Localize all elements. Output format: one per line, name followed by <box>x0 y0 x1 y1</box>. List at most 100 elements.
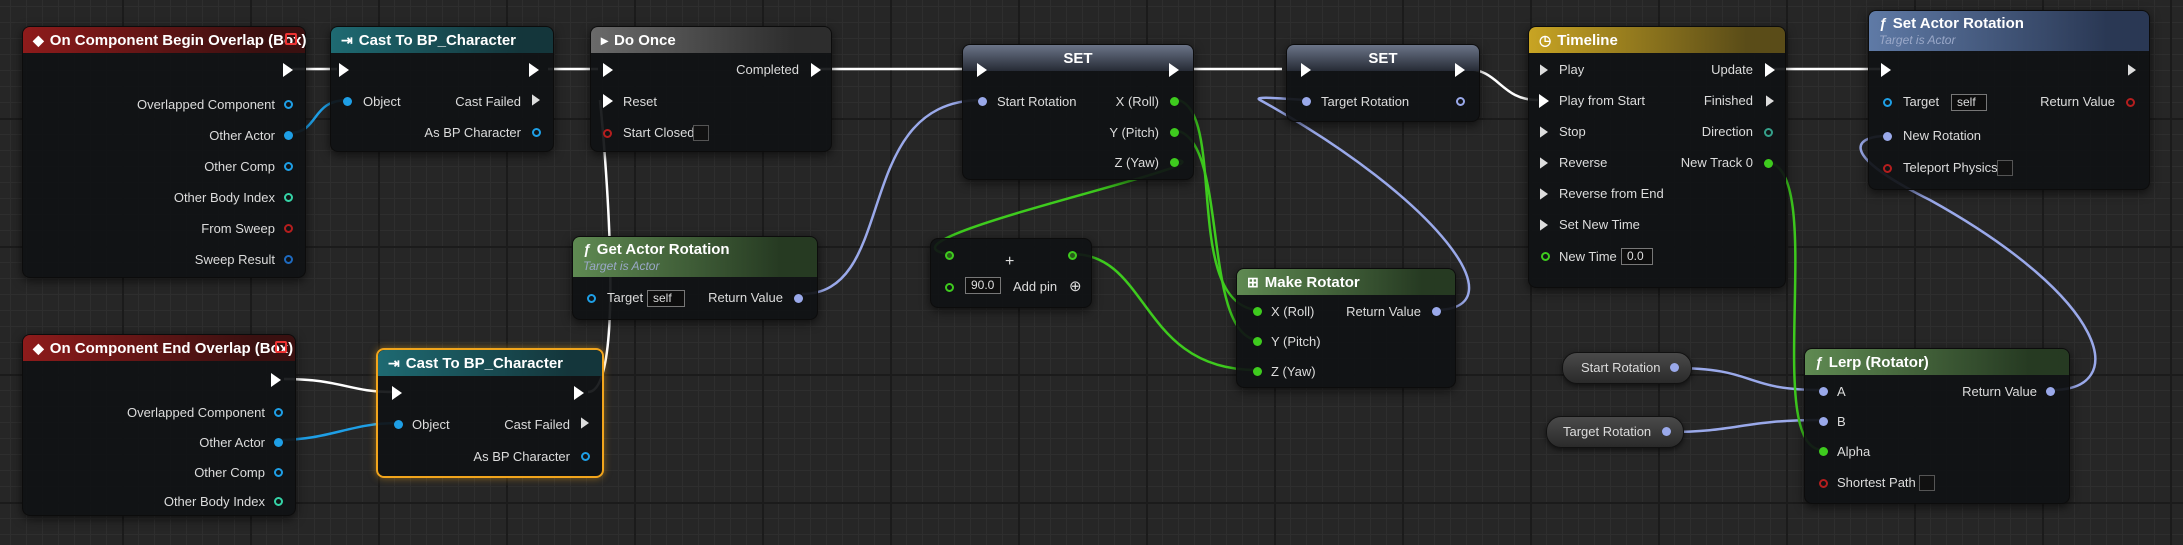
cast-to-character-node-selected[interactable]: ⇥ Cast To BP_Character Object Cast Failed… <box>376 348 604 478</box>
timeline-node[interactable]: ◷ Timeline Play Play from Start Stop Reve… <box>1528 26 1786 288</box>
exec-in-pin[interactable] <box>1301 63 1311 77</box>
do-once-node[interactable]: ▸ Do Once Completed Reset Start Closed <box>590 26 832 152</box>
other-body-index-pin[interactable] <box>284 193 293 202</box>
new-time-field[interactable]: 0.0 <box>1621 248 1653 265</box>
exec-in-pin[interactable] <box>339 63 349 77</box>
target-self-field[interactable]: self <box>647 290 685 307</box>
object-pin[interactable] <box>343 97 352 106</box>
teleport-physics-pin[interactable] <box>1883 164 1892 173</box>
pin-label: Y (Pitch) <box>1109 125 1159 140</box>
pin-label: Finished <box>1703 93 1753 108</box>
other-actor-pin[interactable] <box>274 438 283 447</box>
overlapped-component-pin[interactable] <box>284 100 293 109</box>
as-bp-character-pin[interactable] <box>532 128 541 137</box>
return-value-pin[interactable] <box>2046 387 2055 396</box>
return-value-pin[interactable] <box>794 294 803 303</box>
exec-out-pin[interactable] <box>271 373 281 387</box>
sweep-result-pin[interactable] <box>284 255 293 264</box>
set-target-rotation-node[interactable]: SET Target Rotation <box>1286 44 1480 122</box>
start-closed-checkbox[interactable] <box>693 125 709 141</box>
finished-pin[interactable] <box>1766 95 1774 107</box>
reset-pin[interactable] <box>603 94 613 108</box>
pin-label: New Rotation <box>1903 128 1982 143</box>
add-pin-icon[interactable]: ⊕ <box>1069 277 1082 295</box>
result-float-pin[interactable] <box>1068 251 1077 260</box>
completed-pin[interactable] <box>811 63 821 77</box>
target-rotation-out-pin[interactable] <box>1456 97 1465 106</box>
target-rotation-getter[interactable]: Target Rotation <box>1546 416 1684 448</box>
from-sweep-pin[interactable] <box>284 224 293 233</box>
other-comp-pin[interactable] <box>274 468 283 477</box>
exec-out-pin[interactable] <box>283 63 293 77</box>
pin-label: Other Body Index <box>173 190 275 205</box>
b-pin[interactable] <box>1819 417 1828 426</box>
new-rotation-pin[interactable] <box>1883 132 1892 141</box>
stop-pin[interactable] <box>1540 126 1548 138</box>
cast-failed-pin[interactable] <box>532 94 540 106</box>
other-actor-pin[interactable] <box>284 131 293 140</box>
target-rotation-out-pin[interactable] <box>1662 427 1671 436</box>
update-pin[interactable] <box>1765 63 1775 77</box>
y-pitch-in-pin[interactable] <box>1253 337 1262 346</box>
start-closed-pin[interactable] <box>603 129 612 138</box>
cast-to-character-node[interactable]: ⇥ Cast To BP_Character Object Cast Failed… <box>330 26 554 152</box>
shortest-path-pin[interactable] <box>1819 479 1828 488</box>
set-new-time-pin[interactable] <box>1540 219 1548 231</box>
make-rotator-node[interactable]: ⊞ Make Rotator X (Roll) Y (Pitch) Z (Yaw)… <box>1236 268 1456 388</box>
target-pin[interactable] <box>1883 98 1892 107</box>
pin-label: As BP Character <box>473 449 570 464</box>
return-value-pin[interactable] <box>1432 307 1441 316</box>
node-header: ⊞ Make Rotator <box>1237 269 1455 295</box>
new-time-pin[interactable] <box>1541 252 1550 261</box>
exec-in-pin[interactable] <box>977 63 987 77</box>
start-rotation-getter[interactable]: Start Rotation <box>1562 352 1692 384</box>
exec-in-pin[interactable] <box>1881 63 1891 77</box>
direction-pin[interactable] <box>1764 128 1773 137</box>
b-float-pin[interactable] <box>945 283 954 292</box>
z-yaw-out-pin[interactable] <box>1170 158 1179 167</box>
shortest-path-checkbox[interactable] <box>1919 475 1935 491</box>
start-rotation-in-pin[interactable] <box>978 97 987 106</box>
exec-out-pin[interactable] <box>1169 63 1179 77</box>
exec-in-pin[interactable] <box>603 63 613 77</box>
exec-out-pin[interactable] <box>574 386 584 400</box>
reverse-pin[interactable] <box>1540 157 1548 169</box>
alpha-pin[interactable] <box>1819 447 1828 456</box>
a-float-pin[interactable] <box>945 251 954 260</box>
a-pin[interactable] <box>1819 387 1828 396</box>
x-roll-out-pin[interactable] <box>1170 97 1179 106</box>
as-bp-character-pin[interactable] <box>581 452 590 461</box>
play-pin[interactable] <box>1540 64 1548 76</box>
other-comp-pin[interactable] <box>284 162 293 171</box>
new-track-0-pin[interactable] <box>1764 159 1773 168</box>
target-pin[interactable] <box>587 294 596 303</box>
start-rotation-out-pin[interactable] <box>1670 363 1679 372</box>
begin-overlap-node[interactable]: ◆ On Component Begin Overlap (Box) Overla… <box>22 26 306 278</box>
play-from-start-pin[interactable] <box>1539 94 1549 108</box>
object-pin[interactable] <box>394 420 403 429</box>
set-start-rotation-node[interactable]: SET Start Rotation X (Roll) Y (Pitch) Z … <box>962 44 1194 180</box>
b-value-field[interactable]: 90.0 <box>965 277 1001 294</box>
z-yaw-in-pin[interactable] <box>1253 367 1262 376</box>
exec-out-pin[interactable] <box>529 63 539 77</box>
teleport-physics-checkbox[interactable] <box>1997 160 2013 176</box>
set-actor-rotation-node[interactable]: ƒ Set Actor Rotation Target is Actor Targ… <box>1868 10 2150 190</box>
target-rotation-in-pin[interactable] <box>1302 97 1311 106</box>
overlapped-component-pin[interactable] <box>274 408 283 417</box>
y-pitch-out-pin[interactable] <box>1170 128 1179 137</box>
cast-failed-pin[interactable] <box>581 417 589 429</box>
exec-in-pin[interactable] <box>392 386 402 400</box>
exec-out-pin[interactable] <box>2128 64 2136 76</box>
pin-label: Return Value <box>708 290 783 305</box>
end-overlap-node[interactable]: ◆ On Component End Overlap (Box) Overlapp… <box>22 334 296 516</box>
target-self-field[interactable]: self <box>1951 94 1987 111</box>
reverse-from-end-pin[interactable] <box>1540 188 1548 200</box>
lerp-rotator-node[interactable]: ƒ Lerp (Rotator) A B Alpha Shortest Path … <box>1804 348 2070 504</box>
x-roll-in-pin[interactable] <box>1253 307 1262 316</box>
get-actor-rotation-node[interactable]: ƒ Get Actor Rotation Target is Actor Targ… <box>572 236 818 320</box>
pin-label: B <box>1837 414 1846 429</box>
other-body-index-pin[interactable] <box>274 497 283 506</box>
return-value-pin[interactable] <box>2126 98 2135 107</box>
exec-out-pin[interactable] <box>1455 63 1465 77</box>
add-float-node[interactable]: + 90.0 Add pin ⊕ <box>930 238 1092 308</box>
